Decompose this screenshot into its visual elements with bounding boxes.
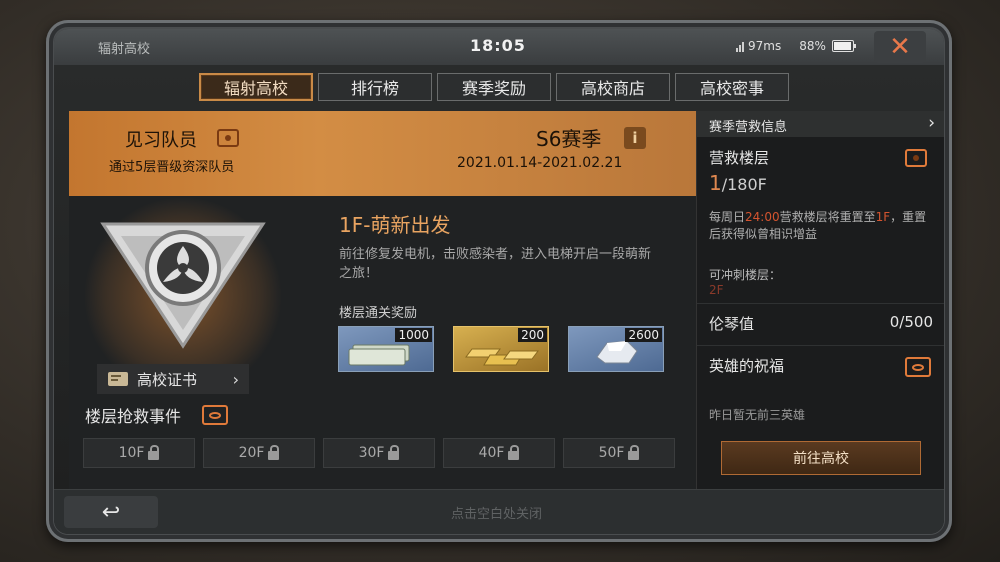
rescue-events-title: 楼层抢救事件	[85, 407, 182, 426]
reward-label: 楼层通关奖励	[339, 306, 418, 321]
rescue-floor-label: 营救楼层	[709, 149, 770, 167]
tab-season-rewards[interactable]: 赛季奖励	[437, 73, 551, 101]
reset-note: 每周日24:00营救楼层将重置至1F，重置后获得似曾相识增益	[709, 209, 933, 243]
signal-icon	[736, 41, 744, 52]
max-floor: /180F	[721, 175, 767, 194]
lock-icon	[508, 444, 520, 460]
back-arrow-icon: ↩	[101, 499, 121, 525]
reward-qty: 2600	[625, 328, 662, 342]
reset-note-prefix: 每周日	[709, 210, 746, 224]
clock: 18:05	[470, 36, 526, 55]
battery-icon	[831, 40, 856, 52]
tab-bar: 辐射高校 排行榜 赛季奖励 高校商店 高校密事	[199, 73, 789, 101]
ping-value: 97ms	[748, 39, 782, 53]
roentgen-value: 0/500	[889, 313, 933, 331]
chevron-right-icon: ›	[928, 113, 935, 133]
rank-card-icon[interactable]	[217, 129, 239, 147]
lock-icon	[388, 444, 400, 460]
divider	[697, 303, 944, 304]
floor-slot-20f[interactable]: 20F	[203, 438, 315, 468]
lock-icon	[268, 444, 280, 460]
floor-slot-30f[interactable]: 30F	[323, 438, 435, 468]
status-indicators: 97ms 88%	[736, 39, 856, 53]
game-screen: 辐射高校 18:05 97ms 88% ✕ 辐射高校 排行榜 赛季奖励 高校商店…	[54, 29, 944, 534]
floor-slot-50f[interactable]: 50F	[563, 438, 675, 468]
close-hint: 点击空白处关闭	[451, 507, 543, 522]
reset-floor: 1F	[875, 210, 891, 224]
season-dates: 2021.01.14-2021.02.21	[457, 155, 623, 171]
lock-icon	[628, 444, 640, 460]
eye-icon[interactable]	[905, 357, 931, 377]
reward-silver[interactable]: 2600	[568, 326, 664, 372]
back-button[interactable]: ↩	[64, 496, 158, 528]
close-button[interactable]: ✕	[874, 31, 926, 63]
rank-subtitle: 通过5层晋级资深队员	[109, 160, 235, 175]
certificate-label: 高校证书	[137, 370, 198, 389]
rank-title: 见习队员	[125, 130, 197, 151]
floor-slot-10f[interactable]: 10F	[83, 438, 195, 468]
reward-gold[interactable]: 200	[453, 326, 549, 372]
eye-icon[interactable]	[202, 405, 228, 425]
rescue-info-panel: 赛季营救信息 › 营救楼层 1/180F 每周日24:00营救楼层将重置至1F，…	[696, 111, 944, 521]
floor-label: 30F	[358, 445, 385, 461]
rescue-floor-list: 10F 20F 30F 40F 50F	[83, 438, 675, 468]
reward-qty: 1000	[395, 328, 432, 342]
floor-label: 50F	[598, 445, 625, 461]
status-bar: 辐射高校 18:05 97ms 88% ✕	[54, 29, 944, 65]
divider	[697, 345, 944, 346]
reset-time: 24:00	[745, 210, 780, 224]
reward-list: 1000 200 2600	[338, 326, 664, 372]
reset-note-mid: 营救楼层将重置至	[779, 210, 876, 224]
floor-title: 1F-萌新出发	[339, 213, 451, 237]
floor-label: 40F	[478, 445, 505, 461]
floor-slot-40f[interactable]: 40F	[443, 438, 555, 468]
hero-blessing-label: 英雄的祝福	[709, 357, 785, 375]
rescue-card-icon[interactable]	[905, 149, 927, 167]
sprint-floor-label: 可冲刺楼层：	[709, 268, 782, 282]
rescue-info-title: 赛季营救信息	[709, 120, 788, 135]
bottom-bar: ↩ 点击空白处关闭	[54, 489, 944, 534]
floor-label: 10F	[118, 445, 145, 461]
app-title: 辐射高校	[98, 42, 151, 57]
rescue-floor-value: 1/180F	[709, 171, 767, 195]
battery-percent: 88%	[799, 39, 826, 53]
rank-banner: 见习队员 通过5层晋级资深队员 S6赛季 i 2021.01.14-2021.0…	[69, 111, 696, 196]
roentgen-label: 伦琴值	[709, 315, 755, 333]
go-to-school-button[interactable]: 前往高校	[721, 441, 921, 475]
current-floor: 1	[709, 171, 722, 195]
season-name: S6赛季	[536, 127, 602, 151]
floor-label: 20F	[238, 445, 265, 461]
main-panel: 见习队员 通过5层晋级资深队员 S6赛季 i 2021.01.14-2021.0…	[69, 111, 696, 521]
reward-qty: 200	[518, 328, 547, 342]
no-hero-text: 昨日暂无前三英雄	[709, 408, 806, 422]
lock-icon	[148, 444, 160, 460]
rescue-info-header[interactable]: 赛季营救信息 ›	[697, 111, 944, 137]
close-icon: ✕	[889, 32, 911, 62]
certificate-button[interactable]: 高校证书 ›	[97, 364, 249, 394]
tab-school-shop[interactable]: 高校商店	[556, 73, 670, 101]
reward-cash[interactable]: 1000	[338, 326, 434, 372]
tab-radiation-school[interactable]: 辐射高校	[199, 73, 313, 101]
season-info-icon[interactable]: i	[624, 127, 646, 149]
certificate-icon	[108, 372, 128, 386]
sprint-floor-value: 2F	[709, 283, 724, 297]
floor-description: 前往修复发电机，击败感染者，进入电梯开启一段萌新之旅！	[339, 247, 652, 281]
tab-leaderboard[interactable]: 排行榜	[318, 73, 432, 101]
chevron-right-icon: ›	[232, 369, 239, 389]
tab-school-secrets[interactable]: 高校密事	[675, 73, 789, 101]
